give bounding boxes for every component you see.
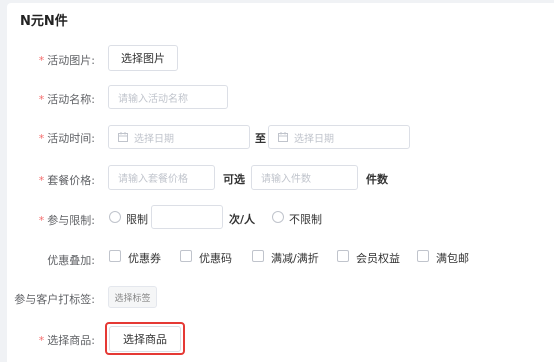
no-limit-radio[interactable] xyxy=(272,211,284,223)
limit-radio[interactable] xyxy=(109,211,121,223)
item-count-unit: 件数 xyxy=(366,173,388,186)
free-shipping-label: 满包邮 xyxy=(436,252,469,265)
required-mark: * xyxy=(38,132,45,145)
required-mark: * xyxy=(38,54,45,67)
coupon-label: 优惠券 xyxy=(128,252,161,265)
customer-tag-label: 参与客户打标签: xyxy=(14,293,95,306)
promo-code-label: 优惠码 xyxy=(199,252,232,265)
discount-stack-label: 优惠叠加: xyxy=(47,254,95,267)
required-mark: * xyxy=(38,93,45,106)
full-reduction-checkbox[interactable] xyxy=(252,250,264,262)
select-product-label: * 选择商品: xyxy=(38,334,95,347)
package-price-label: * 套餐价格: xyxy=(38,174,95,187)
page-title: N元N件 xyxy=(20,14,68,29)
required-mark: * xyxy=(38,214,45,227)
member-benefit-checkbox[interactable] xyxy=(337,250,349,262)
package-price-input[interactable]: 请输入套餐价格 xyxy=(108,165,215,190)
coupon-checkbox[interactable] xyxy=(109,250,121,262)
select-tag-button[interactable]: 选择标签 xyxy=(108,286,157,308)
member-benefit-label: 会员权益 xyxy=(356,252,400,265)
promo-code-checkbox[interactable] xyxy=(180,250,192,262)
full-reduction-label: 满减/满折 xyxy=(271,252,319,265)
no-limit-option-label: 不限制 xyxy=(289,213,322,226)
times-per-person-input[interactable] xyxy=(151,205,223,229)
start-date-placeholder: 选择日期 xyxy=(134,133,174,145)
activity-image-label: * 活动图片: xyxy=(38,54,95,67)
required-mark: * xyxy=(38,174,45,187)
item-count-input[interactable]: 请输入件数 xyxy=(251,165,358,190)
optional-text: 可选 xyxy=(223,173,245,186)
highlight-box xyxy=(105,322,185,355)
end-date-placeholder: 选择日期 xyxy=(294,133,334,145)
limit-option-label: 限制 xyxy=(126,213,148,226)
select-image-button[interactable]: 选择图片 xyxy=(108,45,178,71)
date-separator: 至 xyxy=(255,132,266,145)
activity-time-label: * 活动时间: xyxy=(38,132,95,145)
calendar-icon xyxy=(278,132,288,142)
activity-name-label: * 活动名称: xyxy=(38,93,95,106)
participation-limit-label: * 参与限制: xyxy=(38,214,95,227)
start-date-input[interactable]: 选择日期 xyxy=(108,125,250,149)
end-date-input[interactable]: 选择日期 xyxy=(268,125,410,149)
activity-name-input[interactable]: 请输入活动名称 xyxy=(108,85,228,109)
calendar-icon xyxy=(118,132,128,142)
free-shipping-checkbox[interactable] xyxy=(417,250,429,262)
times-per-person-unit: 次/人 xyxy=(229,213,256,226)
required-mark: * xyxy=(38,334,45,347)
